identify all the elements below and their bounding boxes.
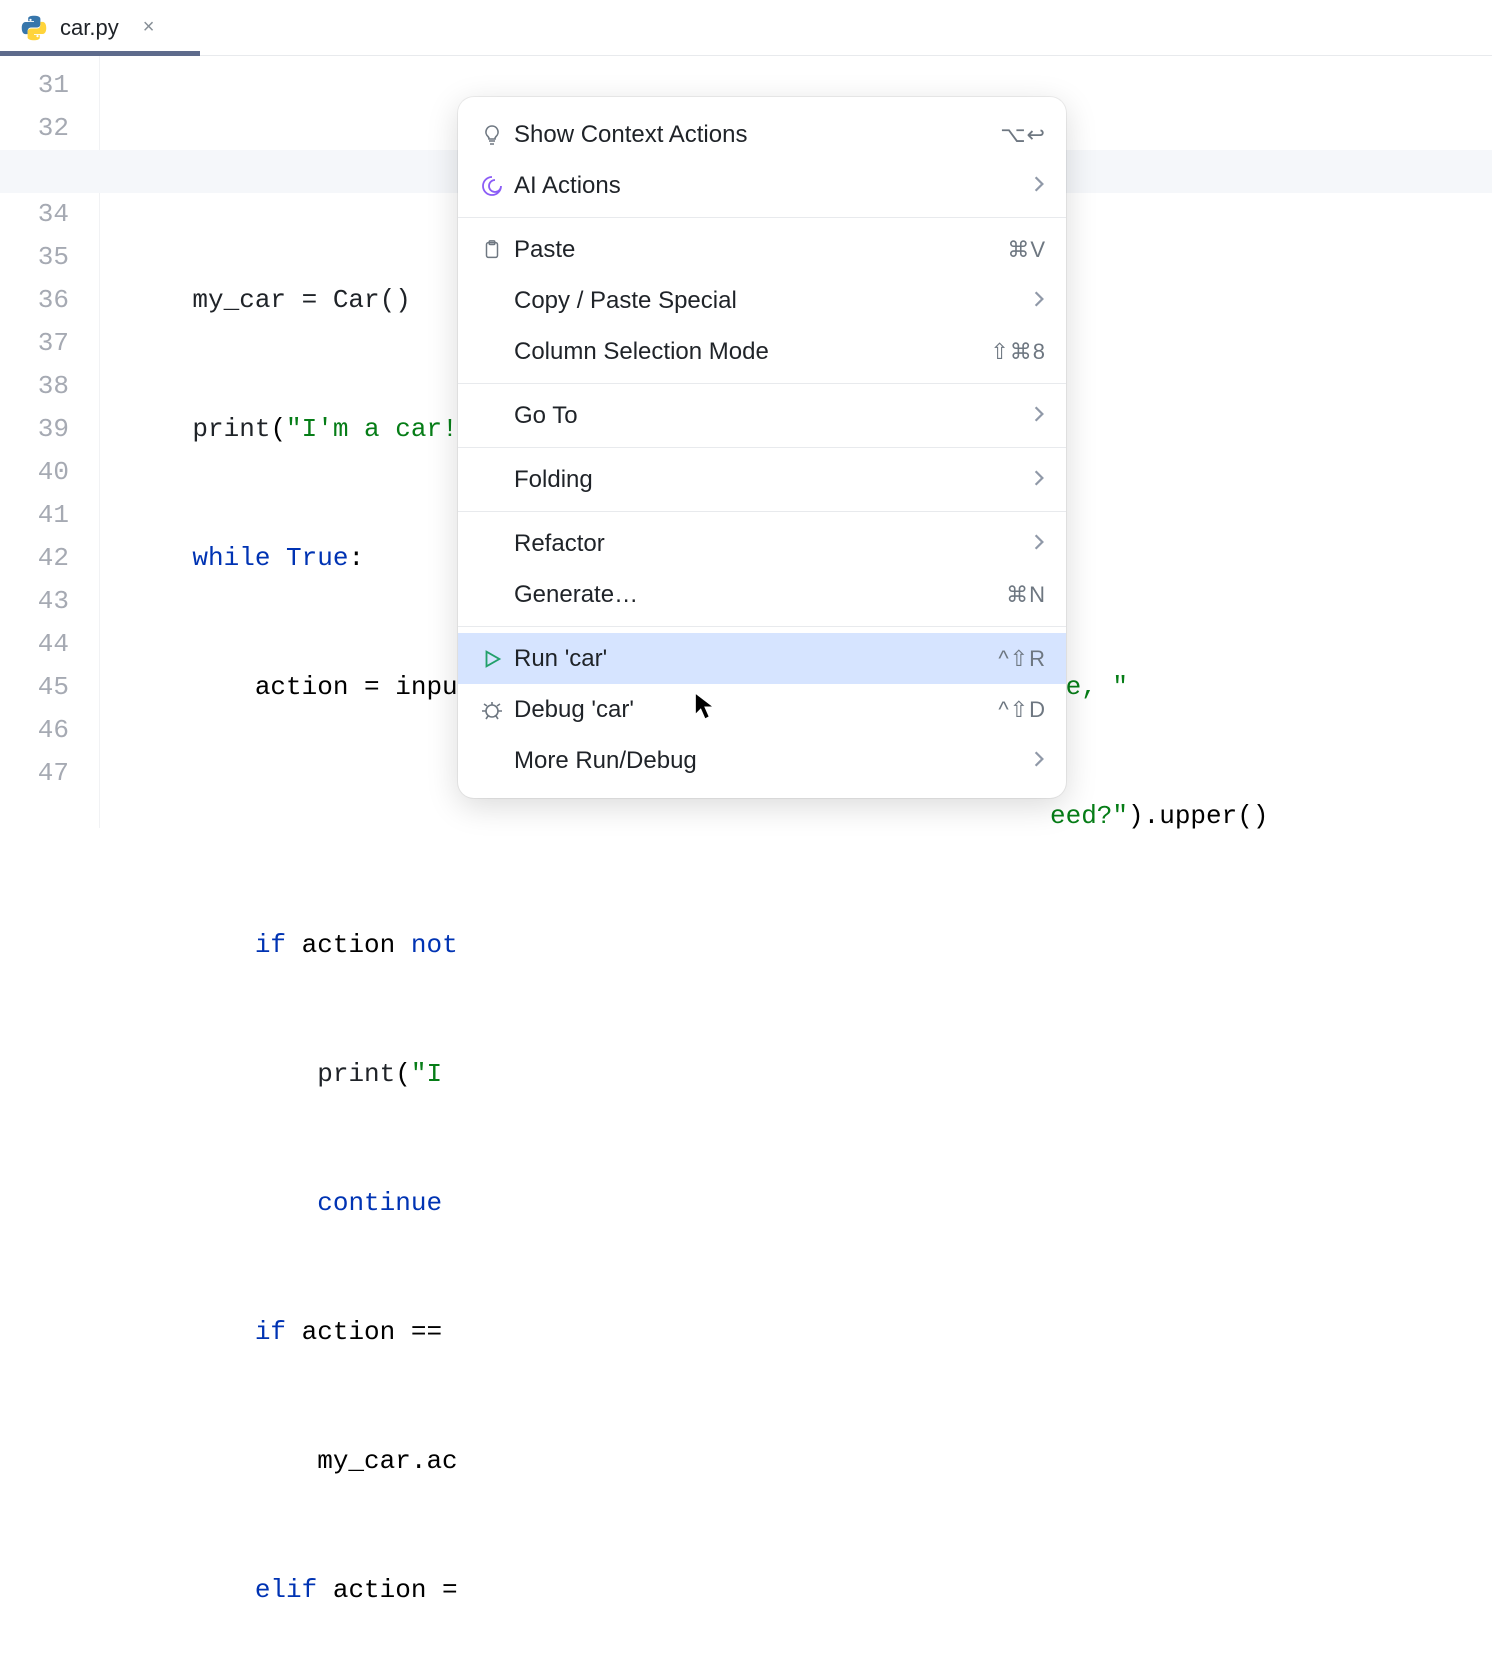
line-number: 41	[0, 494, 69, 537]
menu-shortcut: ⌘V	[1007, 237, 1046, 263]
menu-column-selection[interactable]: Column Selection Mode ⇧⌘8	[458, 326, 1066, 377]
editor-tab-bar: car.py ×	[0, 0, 1492, 56]
menu-separator	[458, 447, 1066, 448]
chevron-right-icon	[1032, 287, 1046, 315]
menu-paste[interactable]: Paste ⌘V	[458, 224, 1066, 275]
bug-icon	[474, 692, 510, 728]
lightbulb-icon	[474, 117, 510, 153]
menu-go-to[interactable]: Go To	[458, 390, 1066, 441]
menu-label: Folding	[512, 466, 1030, 494]
code-line-39: continue	[130, 1182, 1492, 1225]
chevron-right-icon	[1032, 747, 1046, 775]
menu-label: Paste	[512, 236, 1005, 264]
code-line-41: my_car.ac	[130, 1440, 1492, 1483]
menu-shortcut: ^⇧D	[998, 697, 1046, 723]
close-icon[interactable]: ×	[143, 16, 155, 39]
menu-run-car[interactable]: Run 'car' ^⇧R	[458, 633, 1066, 684]
line-number: 35	[0, 236, 69, 279]
menu-refactor[interactable]: Refactor	[458, 518, 1066, 569]
line-number: 46	[0, 709, 69, 752]
line-number: 37	[0, 322, 69, 365]
editor-tab-car-py[interactable]: car.py ×	[0, 0, 174, 55]
menu-label: Copy / Paste Special	[512, 287, 1030, 315]
line-number: 40	[0, 451, 69, 494]
chevron-right-icon	[1032, 402, 1046, 430]
menu-label: Debug 'car'	[512, 696, 996, 724]
ai-spiral-icon	[474, 168, 510, 204]
line-number: 36	[0, 279, 69, 322]
code-line-42: elif action =	[130, 1569, 1492, 1612]
menu-label: Generate…	[512, 581, 1004, 609]
chevron-right-icon	[1032, 530, 1046, 558]
menu-shortcut: ⇧⌘8	[990, 339, 1046, 365]
code-line-38: print("I	[130, 1053, 1492, 1096]
clipboard-icon	[474, 232, 510, 268]
line-number: 47	[0, 752, 69, 795]
menu-label: More Run/Debug	[512, 747, 1030, 775]
menu-more-run-debug[interactable]: More Run/Debug	[458, 735, 1066, 786]
code-line-36: eed?").upper()	[130, 795, 1492, 838]
play-icon	[474, 641, 510, 677]
line-number: 44	[0, 623, 69, 666]
menu-debug-car[interactable]: Debug 'car' ^⇧D	[458, 684, 1066, 735]
menu-generate[interactable]: Generate… ⌘N	[458, 569, 1066, 620]
line-number: 32	[0, 107, 69, 150]
context-menu: Show Context Actions ⌥↩ AI Actions Paste…	[458, 97, 1066, 798]
line-number: 39	[0, 408, 69, 451]
line-number: 43	[0, 580, 69, 623]
code-line-40: if action ==	[130, 1311, 1492, 1354]
line-number: 34	[0, 193, 69, 236]
menu-separator	[458, 626, 1066, 627]
line-number: 45	[0, 666, 69, 709]
line-number: 31	[0, 64, 69, 107]
menu-label: Run 'car'	[512, 645, 996, 673]
python-file-icon	[20, 14, 48, 42]
tab-label: car.py	[60, 15, 119, 41]
menu-copy-paste-special[interactable]: Copy / Paste Special	[458, 275, 1066, 326]
menu-label: Go To	[512, 402, 1030, 430]
menu-separator	[458, 217, 1066, 218]
menu-shortcut: ⌥↩	[1000, 122, 1046, 148]
menu-ai-actions[interactable]: AI Actions	[458, 160, 1066, 211]
menu-label: Column Selection Mode	[512, 338, 988, 366]
menu-shortcut: ^⇧R	[998, 646, 1046, 672]
line-number: 38	[0, 365, 69, 408]
menu-separator	[458, 511, 1066, 512]
menu-label: AI Actions	[512, 172, 1030, 200]
code-line-37: if action not	[130, 924, 1492, 967]
menu-folding[interactable]: Folding	[458, 454, 1066, 505]
menu-separator	[458, 383, 1066, 384]
menu-label: Refactor	[512, 530, 1030, 558]
line-number: 42	[0, 537, 69, 580]
menu-label: Show Context Actions	[512, 121, 998, 149]
menu-show-context-actions[interactable]: Show Context Actions ⌥↩	[458, 109, 1066, 160]
chevron-right-icon	[1032, 172, 1046, 200]
chevron-right-icon	[1032, 466, 1046, 494]
menu-shortcut: ⌘N	[1006, 582, 1046, 608]
